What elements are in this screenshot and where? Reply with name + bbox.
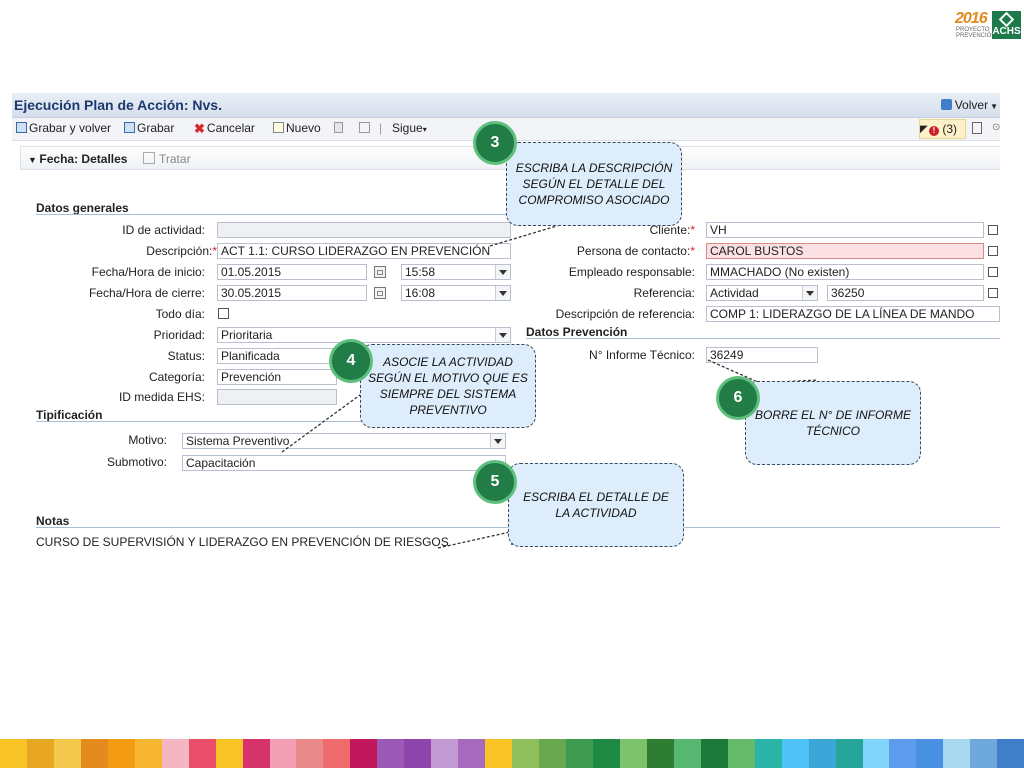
band-stripe [80,739,108,768]
callout-4: ASOCIE LA ACTIVIDAD SEGÚN EL MOTIVO QUE … [360,344,536,428]
callout-3: ESCRIBA LA DESCRIPCIÓN SEGÚN EL DETALLE … [506,142,682,226]
band-stripe [485,739,513,768]
step-badge-6: 6 [716,376,760,420]
band-stripe [296,739,324,768]
band-stripe [619,739,647,768]
band-stripe [107,739,135,768]
band-stripe [943,739,971,768]
band-stripe [889,739,917,768]
band-stripe [970,739,998,768]
band-stripe [512,739,540,768]
step-badge-3: 3 [473,121,517,165]
band-stripe [862,739,890,768]
band-stripe [646,739,674,768]
callout-5: ESCRIBA EL DETALLE DE LA ACTIVIDAD [508,463,684,547]
band-stripe [592,739,620,768]
decorative-color-band [0,739,1024,768]
band-stripe [673,739,701,768]
band-stripe [0,739,27,768]
band-stripe [754,739,782,768]
band-stripe [323,739,351,768]
band-stripe [781,739,809,768]
band-stripe [134,739,162,768]
leader-4 [281,394,373,453]
band-stripe [700,739,728,768]
band-stripe [404,739,432,768]
step-badge-4: 4 [329,339,373,383]
band-stripe [566,739,593,768]
band-stripe [161,739,189,768]
band-stripe [215,739,243,768]
band-stripe [431,739,459,768]
band-stripe [377,739,405,768]
band-stripe [269,739,297,768]
step-badge-5: 5 [473,460,517,504]
band-stripe [808,739,836,768]
band-stripe [53,739,81,768]
callout-6: BORRE EL N° DE INFORME TÉCNICO [745,381,921,465]
band-stripe [458,739,486,768]
band-stripe [188,739,216,768]
band-stripe [26,739,54,768]
band-stripe [727,739,755,768]
leader-3 [489,224,561,247]
band-stripe [835,739,863,768]
leader-5 [437,531,513,549]
band-stripe [350,739,378,768]
band-stripe [997,739,1024,768]
band-stripe [242,739,270,768]
band-stripe [916,739,944,768]
band-stripe [539,739,567,768]
